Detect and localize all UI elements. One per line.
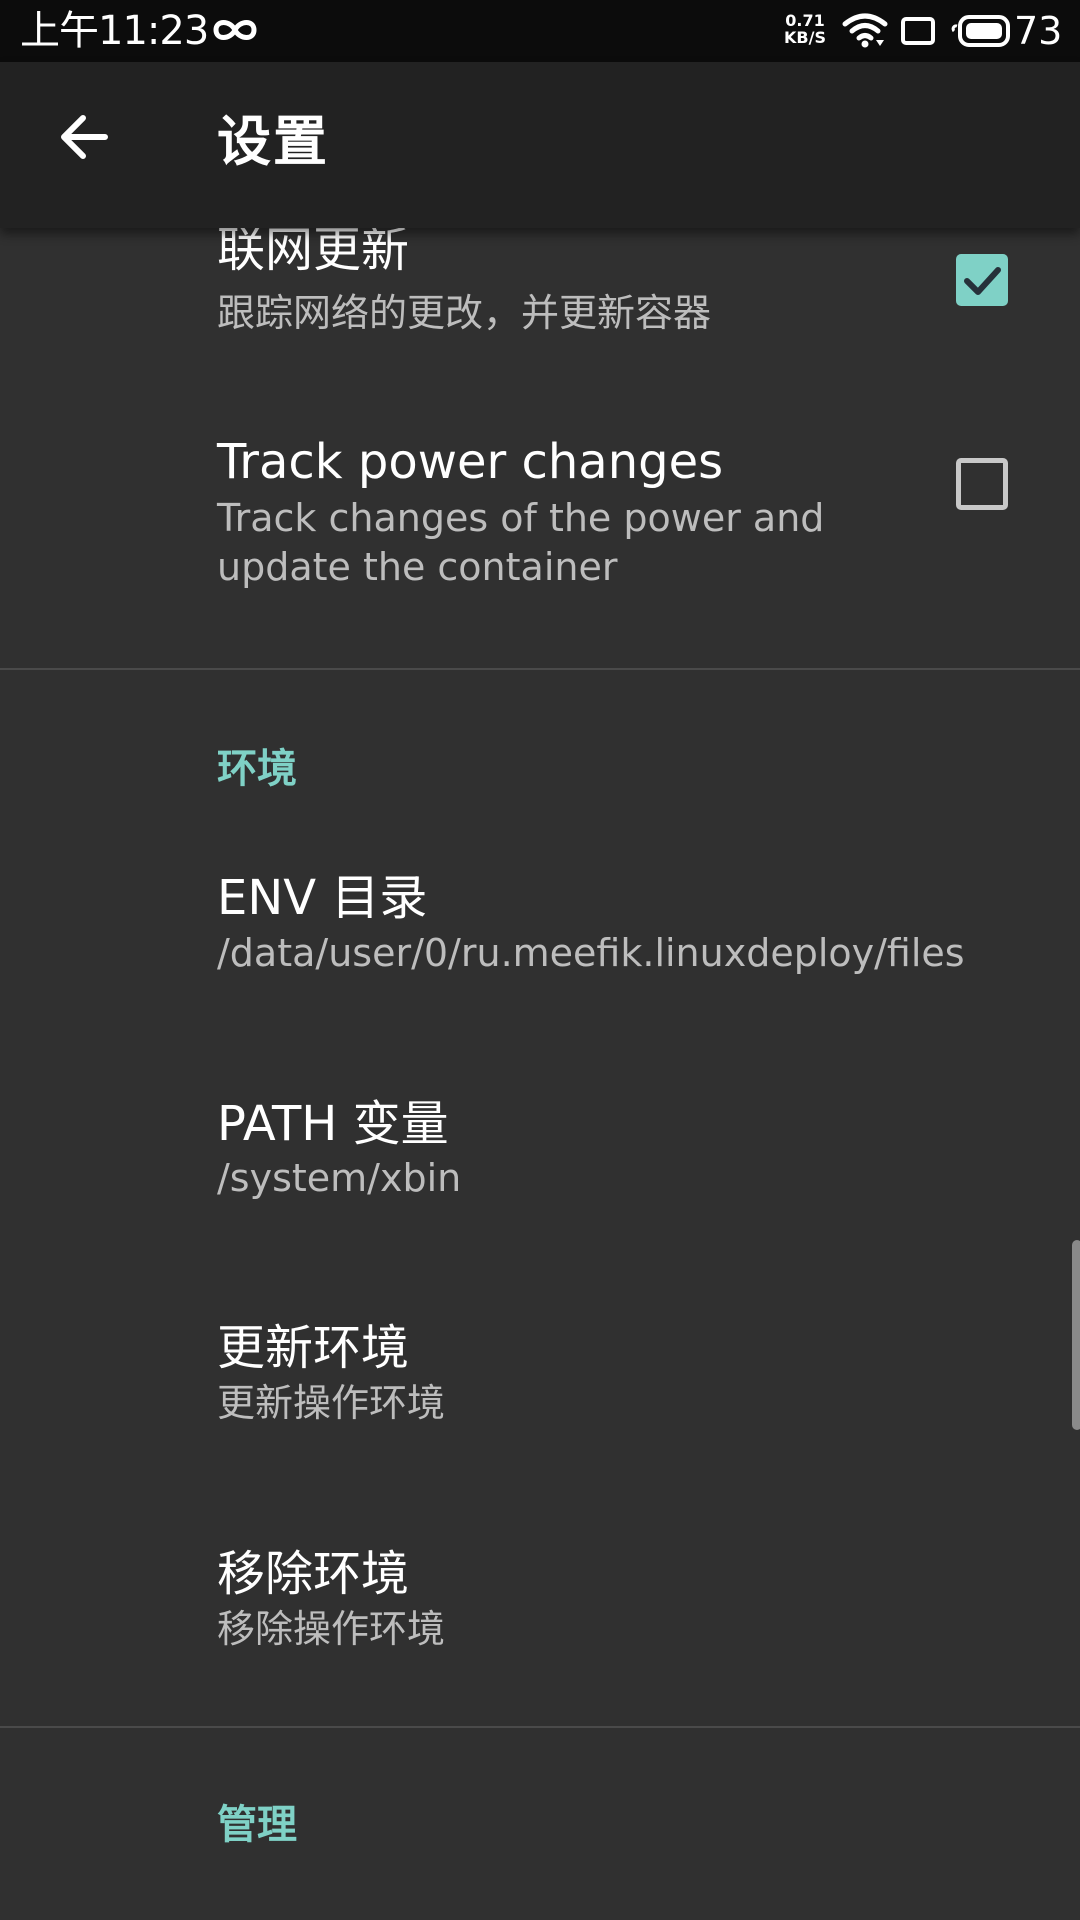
back-button[interactable] <box>44 97 124 177</box>
scrollbar-thumb[interactable] <box>1072 1240 1080 1430</box>
pref-env-dir[interactable]: ENV 目录 /data/user/0/ru.meefik.linuxdeplo… <box>0 868 1080 1028</box>
pref-update-env[interactable]: 更新环境 更新操作环境 <box>0 1318 1080 1478</box>
check-icon <box>964 267 1001 295</box>
pref-title: Track power changes <box>217 434 724 490</box>
pref-title: PATH 变量 <box>217 1096 449 1152</box>
pref-title: 联网更新 <box>217 222 410 278</box>
pref-track-power[interactable]: Track power changes Track changes of the… <box>0 428 1080 628</box>
status-time: 上午11:23 <box>20 8 209 54</box>
divider <box>0 1726 1080 1728</box>
wifi-icon <box>842 13 888 48</box>
pref-summary: Track changes of the power and update th… <box>217 496 825 589</box>
pref-title: 移除环境 <box>217 1546 410 1602</box>
net-speed-unit: KB/S <box>784 28 826 47</box>
pref-remove-env[interactable]: 移除环境 移除操作环境 <box>0 1544 1080 1704</box>
pref-title: ENV 目录 <box>217 870 428 926</box>
net-speed-value: 0.71 <box>785 11 825 30</box>
pref-summary: 移除操作环境 <box>217 1607 446 1651</box>
track-power-checkbox[interactable] <box>956 458 1008 510</box>
screen-icon <box>901 17 935 45</box>
battery-icon <box>951 15 1010 47</box>
pref-summary: 更新操作环境 <box>217 1381 446 1425</box>
pref-summary: /data/user/0/ru.meefik.linuxdeploy/files <box>217 931 965 975</box>
category-environment: 环境 <box>217 746 297 792</box>
pref-path-var[interactable]: PATH 变量 /system/xbin <box>0 1094 1080 1254</box>
status-bar: 上午11:23 0.71 KB/S 73 <box>0 0 1080 62</box>
infinity-icon <box>213 20 257 40</box>
settings-list: 联网更新 跟踪网络的更改，并更新容器 Track power changes T… <box>0 222 1080 1920</box>
pref-network-update[interactable]: 联网更新 跟踪网络的更改，并更新容器 <box>0 222 1080 348</box>
pref-summary: 跟踪网络的更改，并更新容器 <box>217 291 712 335</box>
net-speed: 0.71 KB/S <box>780 12 830 46</box>
battery-level: 73 <box>1014 9 1063 53</box>
category-management: 管理 <box>217 1802 297 1848</box>
pref-title: 更新环境 <box>217 1320 410 1376</box>
divider <box>0 668 1080 670</box>
app-toolbar: 设置 <box>0 62 1080 228</box>
arrow-back-icon <box>61 115 108 159</box>
page-title: 设置 <box>217 110 329 173</box>
network-update-checkbox[interactable] <box>956 254 1008 306</box>
pref-summary: /system/xbin <box>217 1156 462 1200</box>
